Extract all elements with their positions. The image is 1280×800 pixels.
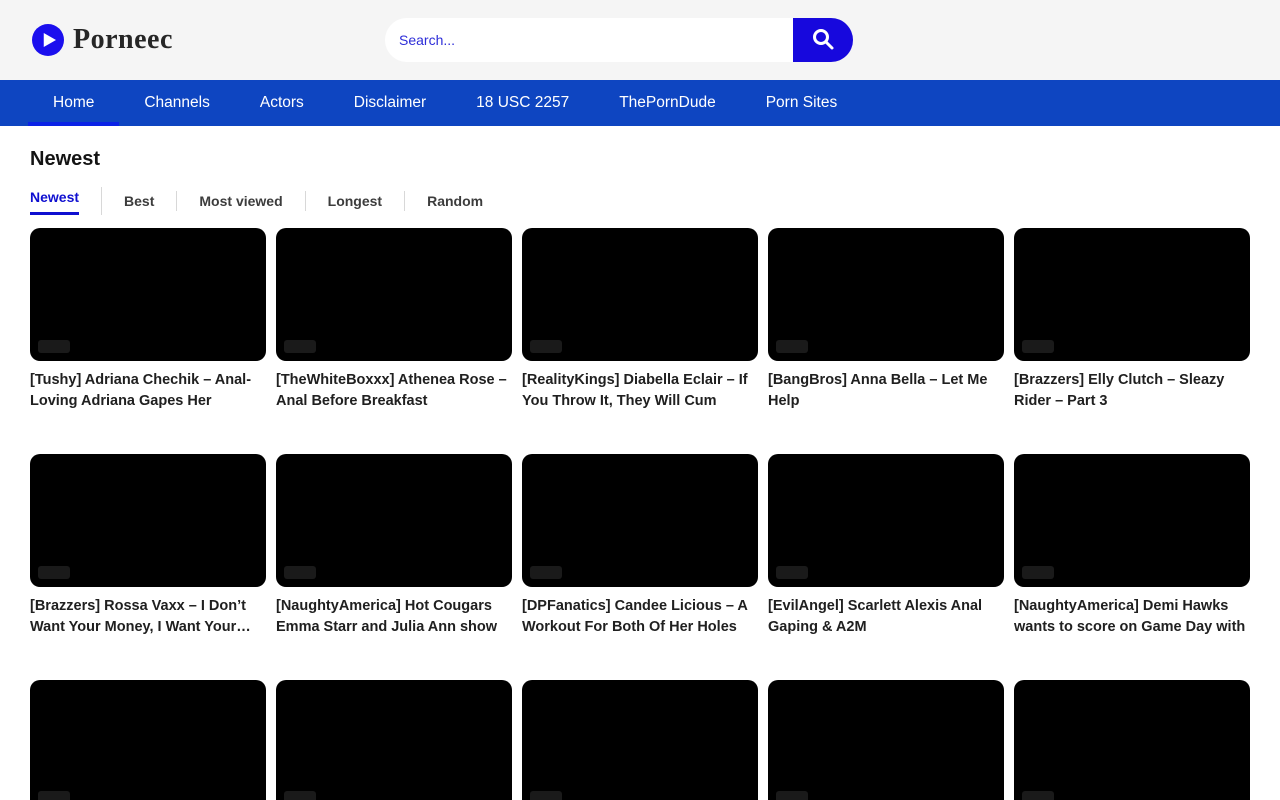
video-thumbnail <box>768 228 1004 361</box>
video-card[interactable] <box>522 680 758 800</box>
video-thumbnail <box>522 228 758 361</box>
video-card[interactable]: [RealityKings] Diabella Eclair – If You … <box>522 228 758 412</box>
duration-badge <box>1022 566 1054 579</box>
nav-item-actors[interactable]: Actors <box>235 80 329 126</box>
video-thumbnail <box>276 680 512 800</box>
brand-logo[interactable]: Porneec <box>32 24 173 56</box>
nav-item-porn-sites[interactable]: Porn Sites <box>741 80 863 126</box>
video-title: [Brazzers] Elly Clutch – Sleazy Rider – … <box>1014 370 1250 412</box>
duration-badge <box>284 566 316 579</box>
video-title: [Brazzers] Rossa Vaxx – I Don’t Want You… <box>30 596 266 638</box>
tab-most-viewed[interactable]: Most viewed <box>177 191 305 211</box>
video-title: [TheWhiteBoxxx] Athenea Rose – Anal Befo… <box>276 370 512 412</box>
video-thumbnail <box>522 454 758 587</box>
video-title: [Tushy] Adriana Chechik – Anal-Loving Ad… <box>30 370 266 412</box>
duration-badge <box>38 791 70 800</box>
video-thumbnail <box>768 454 1004 587</box>
duration-badge <box>284 791 316 800</box>
video-card[interactable] <box>30 680 266 800</box>
video-thumbnail <box>768 680 1004 800</box>
duration-badge <box>530 340 562 353</box>
duration-badge <box>38 566 70 579</box>
tab-newest[interactable]: Newest <box>30 187 102 215</box>
video-card[interactable] <box>1014 680 1250 800</box>
video-title: [NaughtyAmerica] Demi Hawks wants to sco… <box>1014 596 1250 638</box>
video-title: [BangBros] Anna Bella – Let Me Help <box>768 370 1004 412</box>
search-input[interactable] <box>385 18 793 62</box>
tab-random[interactable]: Random <box>405 191 505 211</box>
video-thumbnail <box>30 454 266 587</box>
video-card[interactable]: [NaughtyAmerica] Demi Hawks wants to sco… <box>1014 454 1250 638</box>
video-thumbnail <box>30 680 266 800</box>
video-card[interactable]: [EvilAngel] Scarlett Alexis Anal Gaping … <box>768 454 1004 638</box>
nav-item-channels[interactable]: Channels <box>119 80 235 126</box>
sort-tabs: Newest Best Most viewed Longest Random <box>30 187 1250 215</box>
nav-item-home[interactable]: Home <box>28 80 119 126</box>
video-thumbnail <box>276 228 512 361</box>
video-title: [NaughtyAmerica] Hot Cougars Emma Starr … <box>276 596 512 638</box>
duration-badge <box>38 340 70 353</box>
video-title: [RealityKings] Diabella Eclair – If You … <box>522 370 758 412</box>
duration-badge <box>284 340 316 353</box>
video-card[interactable]: [BangBros] Anna Bella – Let Me Help <box>768 228 1004 412</box>
main-content: Newest Newest Best Most viewed Longest R… <box>0 148 1280 800</box>
brand-name: Porneec <box>73 24 173 56</box>
video-card[interactable]: [DPFanatics] Candee Licious – A Workout … <box>522 454 758 638</box>
video-grid: [Tushy] Adriana Chechik – Anal-Loving Ad… <box>30 228 1250 800</box>
video-card[interactable] <box>276 680 512 800</box>
video-thumbnail <box>1014 680 1250 800</box>
duration-badge <box>530 566 562 579</box>
main-nav: Home Channels Actors Disclaimer 18 USC 2… <box>0 80 1280 126</box>
search-icon <box>811 27 835 54</box>
video-card[interactable]: [Brazzers] Rossa Vaxx – I Don’t Want You… <box>30 454 266 638</box>
duration-badge <box>1022 340 1054 353</box>
video-card[interactable] <box>768 680 1004 800</box>
video-thumbnail <box>1014 228 1250 361</box>
duration-badge <box>776 340 808 353</box>
search-bar <box>385 18 853 62</box>
video-card[interactable]: [NaughtyAmerica] Hot Cougars Emma Starr … <box>276 454 512 638</box>
video-card[interactable]: [Tushy] Adriana Chechik – Anal-Loving Ad… <box>30 228 266 412</box>
video-title: [EvilAngel] Scarlett Alexis Anal Gaping … <box>768 596 1004 638</box>
video-title: [DPFanatics] Candee Licious – A Workout … <box>522 596 758 638</box>
play-icon <box>32 24 64 56</box>
duration-badge <box>1022 791 1054 800</box>
nav-item-disclaimer[interactable]: Disclaimer <box>329 80 451 126</box>
tab-longest[interactable]: Longest <box>306 191 405 211</box>
video-card[interactable]: [TheWhiteBoxxx] Athenea Rose – Anal Befo… <box>276 228 512 412</box>
video-thumbnail <box>30 228 266 361</box>
duration-badge <box>530 791 562 800</box>
page-title: Newest <box>30 148 1250 171</box>
header: Porneec <box>0 0 1280 80</box>
video-card[interactable]: [Brazzers] Elly Clutch – Sleazy Rider – … <box>1014 228 1250 412</box>
duration-badge <box>776 566 808 579</box>
video-thumbnail <box>1014 454 1250 587</box>
nav-item-18usc2257[interactable]: 18 USC 2257 <box>451 80 594 126</box>
video-thumbnail <box>522 680 758 800</box>
tab-best[interactable]: Best <box>102 191 177 211</box>
video-thumbnail <box>276 454 512 587</box>
duration-badge <box>776 791 808 800</box>
nav-item-theporndude[interactable]: ThePornDude <box>594 80 741 126</box>
search-button[interactable] <box>793 18 853 62</box>
